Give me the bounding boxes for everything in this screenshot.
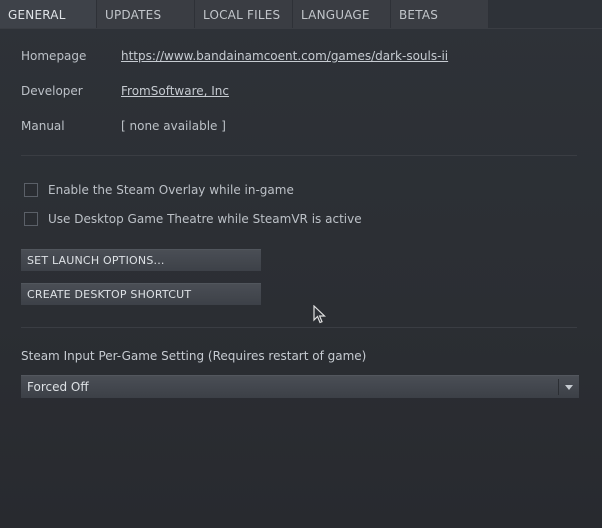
tab-general[interactable]: GENERAL [0,0,97,28]
steam-input-label: Steam Input Per-Game Setting (Requires r… [21,349,367,363]
set-launch-options-button[interactable]: SET LAUNCH OPTIONS... [21,249,261,271]
developer-link[interactable]: FromSoftware, Inc [121,84,229,98]
divider [21,327,577,328]
theatre-checkbox[interactable] [24,212,38,226]
dropdown-separator [558,379,559,395]
tab-language[interactable]: LANGUAGE [293,0,391,28]
tab-local-files[interactable]: LOCAL FILES [195,0,293,28]
homepage-link[interactable]: https://www.bandainamcoent.com/games/dar… [121,49,448,63]
theatre-label: Use Desktop Game Theatre while SteamVR i… [48,212,362,226]
developer-label: Developer [21,84,83,98]
developer-row: Developer [21,84,83,98]
tab-underline [0,28,602,29]
chevron-down-icon[interactable] [565,385,573,390]
theatre-option[interactable]: Use Desktop Game Theatre while SteamVR i… [24,212,362,226]
homepage-row: Homepage [21,49,86,63]
tab-bar: GENERAL UPDATES LOCAL FILES LANGUAGE BET… [0,0,602,28]
steam-input-selected: Forced Off [27,380,89,394]
divider [21,155,577,156]
manual-row: Manual [21,119,65,133]
overlay-option[interactable]: Enable the Steam Overlay while in-game [24,183,294,197]
overlay-checkbox[interactable] [24,183,38,197]
manual-value: [ none available ] [121,119,226,133]
create-desktop-shortcut-button[interactable]: CREATE DESKTOP SHORTCUT [21,283,261,305]
steam-input-dropdown[interactable]: Forced Off [21,375,579,398]
homepage-label: Homepage [21,49,87,63]
mouse-cursor-icon [313,305,326,324]
tab-updates[interactable]: UPDATES [97,0,195,28]
manual-label: Manual [21,119,65,133]
overlay-label: Enable the Steam Overlay while in-game [48,183,294,197]
game-properties-window: GENERAL UPDATES LOCAL FILES LANGUAGE BET… [0,0,602,528]
tab-betas[interactable]: BETAS [391,0,489,28]
